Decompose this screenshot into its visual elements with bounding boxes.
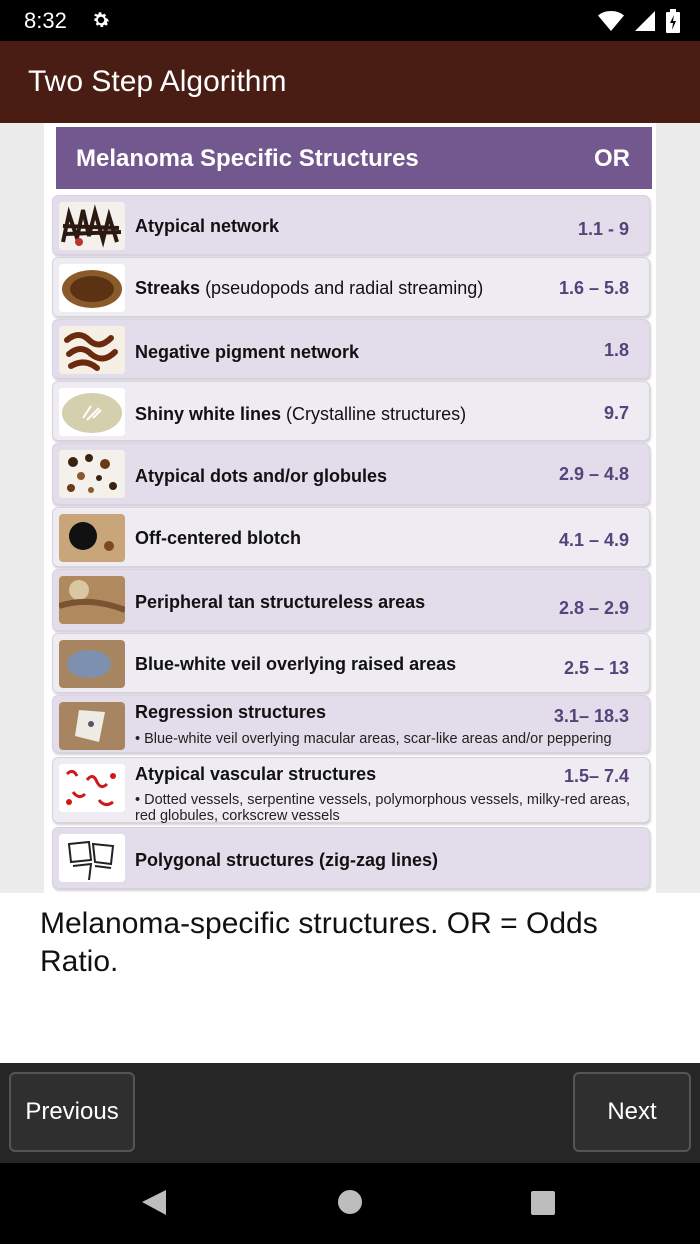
shiny-white-lines-thumbnail bbox=[59, 388, 125, 436]
table-row: Regression structures 3.1– 18.3 • Blue-w… bbox=[52, 695, 650, 753]
table-row: Streaks (pseudopods and radial streaming… bbox=[52, 257, 650, 317]
figure-area: Melanoma Specific Structures OR Atypical… bbox=[0, 123, 700, 893]
recents-icon[interactable] bbox=[531, 1191, 555, 1215]
system-navigation-bar bbox=[0, 1163, 700, 1244]
table-row: Polygonal structures (zig-zag lines) bbox=[52, 827, 650, 889]
row-name: Regression structures bbox=[135, 702, 327, 722]
next-button[interactable]: Next bbox=[573, 1072, 691, 1152]
row-detail: • Dotted vessels, serpentine vessels, po… bbox=[135, 792, 631, 824]
atypical-vascular-thumbnail bbox=[59, 764, 125, 812]
row-name: Atypical vascular structures bbox=[135, 764, 377, 784]
table-header-title: Melanoma Specific Structures bbox=[76, 145, 419, 172]
settings-gear-icon bbox=[90, 9, 112, 36]
battery-icon bbox=[666, 9, 680, 38]
row-name: Negative pigment network bbox=[135, 342, 360, 362]
odds-ratio: 3.1– 18.3 bbox=[553, 706, 629, 726]
table-row: Blue-white veil overlying raised areas 2… bbox=[52, 633, 650, 693]
row-name: Polygonal structures (zig-zag lines) bbox=[135, 850, 439, 870]
table-row: Off-centered blotch 4.1 – 4.9 bbox=[52, 507, 650, 567]
table-header-or: OR bbox=[594, 145, 630, 172]
table-header: Melanoma Specific Structures OR bbox=[56, 127, 652, 189]
row-detail: • Blue-white veil overlying macular area… bbox=[135, 731, 612, 747]
table-row: Negative pigment network 1.8 bbox=[52, 319, 650, 379]
row-name: Atypical dots and/or globules bbox=[135, 466, 388, 486]
table-row: Atypical network 1.1 - 9 bbox=[52, 195, 650, 255]
odds-ratio: 9.7 bbox=[603, 403, 629, 423]
odds-ratio: 1.5– 7.4 bbox=[563, 766, 629, 786]
streaks-thumbnail bbox=[59, 264, 125, 312]
previous-button[interactable]: Previous bbox=[9, 1072, 135, 1152]
row-name: Atypical network bbox=[135, 216, 280, 236]
table-row: Atypical dots and/or globules 2.9 – 4.8 bbox=[52, 443, 650, 505]
bottom-navigation: Previous Next bbox=[0, 1063, 700, 1163]
atypical-network-thumbnail bbox=[59, 202, 125, 250]
blue-white-veil-thumbnail bbox=[59, 640, 125, 688]
peripheral-tan-areas-thumbnail bbox=[59, 576, 125, 624]
row-name: Blue-white veil overlying raised areas bbox=[135, 654, 457, 674]
row-name-detail: (Crystalline structures) bbox=[281, 404, 467, 424]
row-name: Peripheral tan structureless areas bbox=[135, 592, 426, 612]
app-bar: Two Step Algorithm bbox=[0, 41, 700, 123]
odds-ratio: 2.8 – 2.9 bbox=[558, 598, 629, 618]
row-name: Streaks bbox=[135, 278, 201, 298]
cell-signal-icon bbox=[634, 10, 656, 37]
figure-caption: Melanoma-specific structures. OR = Odds … bbox=[40, 907, 598, 978]
wifi-icon bbox=[598, 10, 624, 37]
odds-ratio: 2.5 – 13 bbox=[563, 658, 629, 678]
odds-ratio: 4.1 – 4.9 bbox=[558, 530, 629, 550]
structures-table-image: Melanoma Specific Structures OR Atypical… bbox=[44, 123, 656, 893]
negative-pigment-network-thumbnail bbox=[59, 326, 125, 374]
table-row: Peripheral tan structureless areas 2.8 –… bbox=[52, 569, 650, 631]
back-icon[interactable] bbox=[142, 1190, 166, 1215]
home-icon[interactable] bbox=[338, 1190, 362, 1214]
row-name-detail: (pseudopods and radial streaming) bbox=[200, 278, 484, 298]
table-row: Atypical vascular structures 1.5– 7.4 • … bbox=[52, 757, 650, 824]
row-name: Off-centered blotch bbox=[135, 528, 302, 548]
regression-structures-thumbnail bbox=[59, 702, 125, 750]
app-title: Two Step Algorithm bbox=[28, 65, 287, 98]
odds-ratio: 1.1 - 9 bbox=[577, 219, 629, 239]
status-bar: 8:32 bbox=[0, 0, 700, 41]
off-centered-blotch-thumbnail bbox=[59, 514, 125, 562]
polygonal-structures-thumbnail bbox=[59, 834, 125, 882]
atypical-dots-globules-thumbnail bbox=[59, 450, 125, 498]
row-name: Shiny white lines bbox=[135, 404, 282, 424]
odds-ratio: 1.8 bbox=[603, 340, 629, 360]
table-row: Shiny white lines (Crystalline structure… bbox=[52, 381, 650, 441]
odds-ratio: 2.9 – 4.8 bbox=[558, 464, 629, 484]
odds-ratio: 1.6 – 5.8 bbox=[558, 278, 629, 298]
status-time: 8:32 bbox=[24, 8, 67, 33]
